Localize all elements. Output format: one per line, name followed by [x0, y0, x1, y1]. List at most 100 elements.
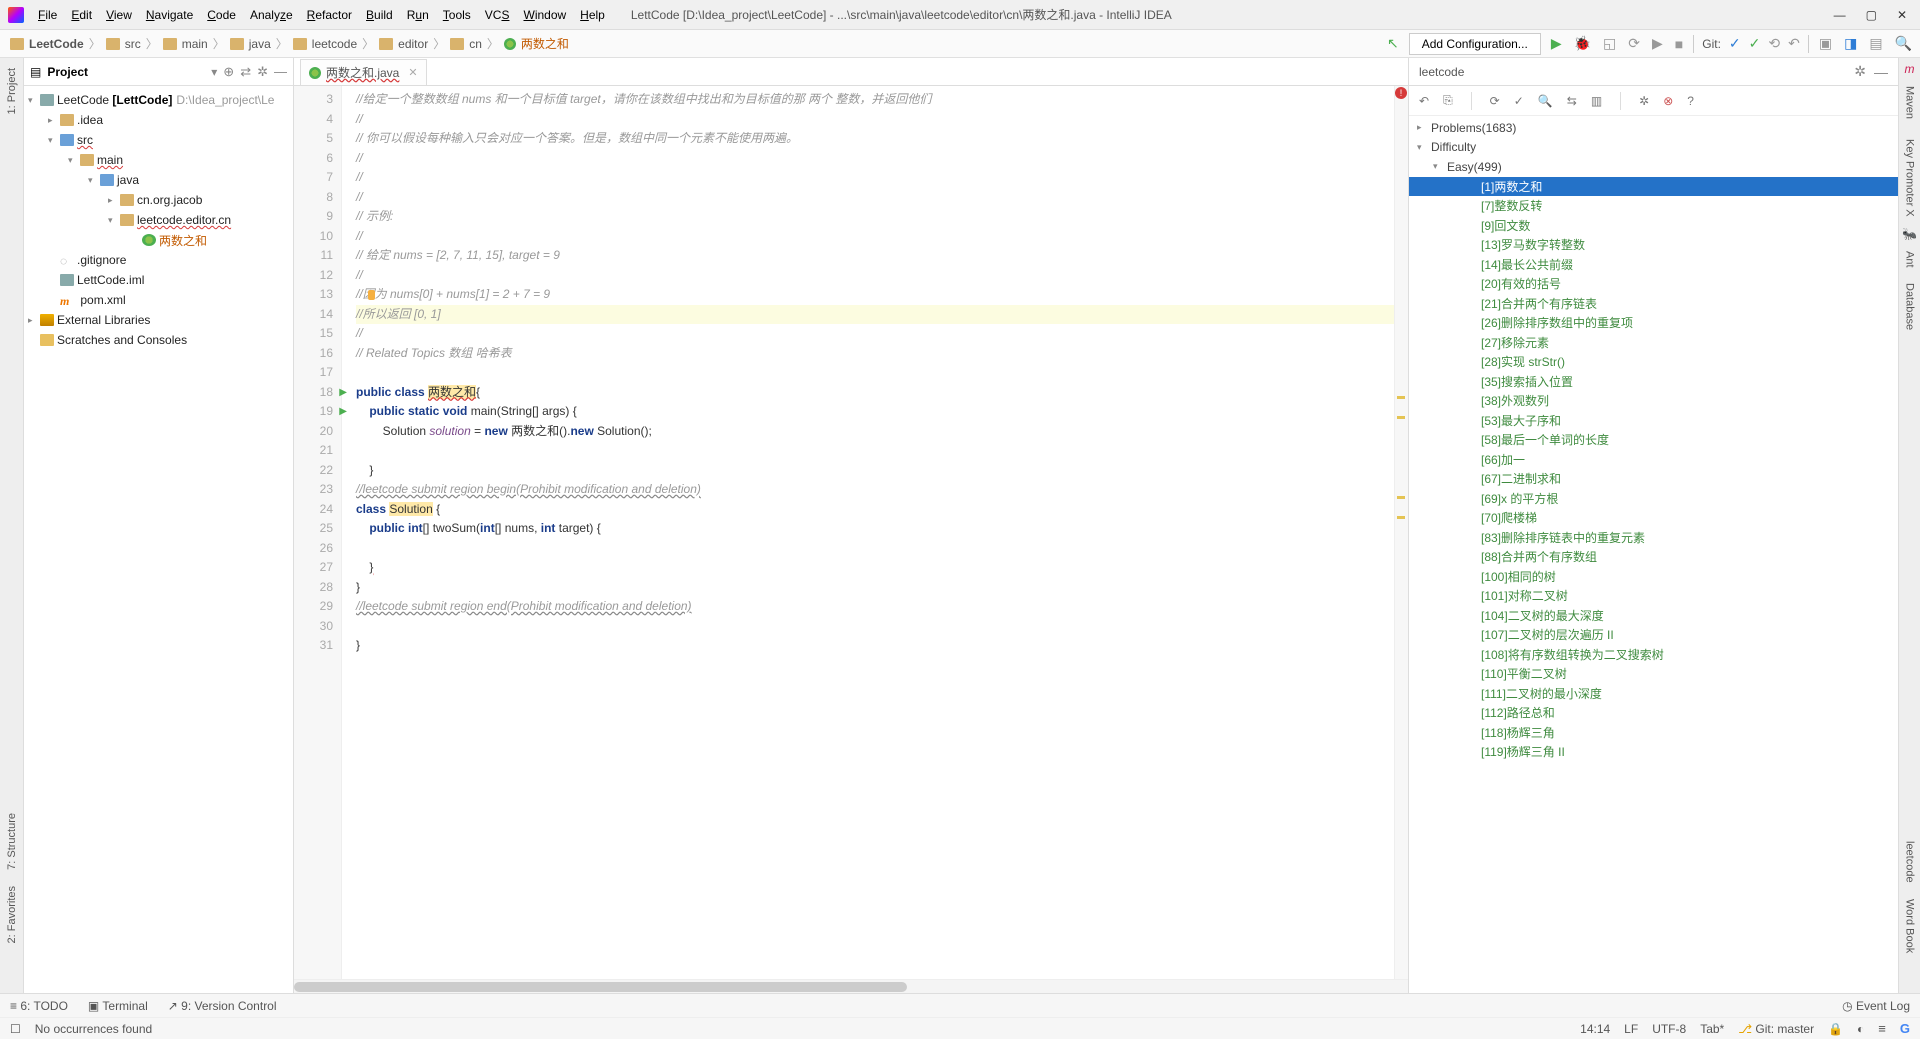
status-encoding[interactable]: UTF-8	[1652, 1022, 1686, 1036]
maximize-icon[interactable]: ▢	[1866, 8, 1877, 22]
tab-kpx[interactable]: Key Promoter X	[1902, 133, 1918, 223]
hammer-icon[interactable]: ↖	[1385, 35, 1401, 52]
problem-item[interactable]: [38]外观数列	[1409, 391, 1898, 411]
project-tree[interactable]: ▾LeetCode [LettCode]D:\Idea_project\Le ▸…	[24, 86, 293, 993]
help-icon[interactable]: ?	[1687, 94, 1694, 108]
tab-favorites[interactable]: 2: Favorites	[4, 880, 20, 949]
problem-item[interactable]: [7]整数反转	[1409, 196, 1898, 216]
pick-icon[interactable]: ✓	[1514, 94, 1524, 108]
problem-item[interactable]: [69]x 的平方根	[1409, 489, 1898, 509]
tree-root[interactable]: LeetCode	[57, 93, 109, 107]
tree-gitignore[interactable]: .gitignore	[77, 253, 126, 267]
editor-tab[interactable]: 两数之和.java ✕	[300, 59, 427, 85]
problem-item[interactable]: [112]路径总和	[1409, 703, 1898, 723]
problem-item[interactable]: [21]合并两个有序链表	[1409, 294, 1898, 314]
tab-database[interactable]: Database	[1902, 277, 1918, 336]
run-icon[interactable]: ▶	[1549, 35, 1564, 52]
problem-item[interactable]: [20]有效的括号	[1409, 274, 1898, 294]
crumb-2[interactable]: main	[182, 37, 208, 51]
tab-terminal[interactable]: ▣ Terminal	[88, 999, 148, 1013]
tree-pom[interactable]: pom.xml	[80, 293, 125, 307]
tab-vcs[interactable]: ↗ 9: Version Control	[168, 999, 277, 1013]
git-revert-icon[interactable]: ↶	[1788, 35, 1800, 52]
crumb-3[interactable]: java	[249, 37, 271, 51]
status-git[interactable]: ⎇ Git: master	[1738, 1022, 1814, 1036]
crumb-5[interactable]: editor	[398, 37, 428, 51]
tree-scratch[interactable]: Scratches and Consoles	[57, 333, 187, 347]
project-view-icon[interactable]: ▤	[30, 65, 41, 79]
problem-item[interactable]: [13]罗马数字转整数	[1409, 235, 1898, 255]
problem-item[interactable]: [118]杨辉三角	[1409, 723, 1898, 743]
config-icon[interactable]: ✲	[1639, 94, 1649, 108]
problem-item[interactable]: [35]搜索插入位置	[1409, 372, 1898, 392]
problem-item[interactable]: [104]二叉树的最大深度	[1409, 606, 1898, 626]
tree-main[interactable]: main	[97, 153, 123, 167]
menu-build[interactable]: Build	[360, 4, 399, 26]
problem-item[interactable]: [107]二叉树的层次遍历 II	[1409, 625, 1898, 645]
menu-help[interactable]: Help	[574, 4, 611, 26]
tree-iml[interactable]: LettCode.iml	[77, 273, 144, 287]
problem-item[interactable]: [67]二进制求和	[1409, 469, 1898, 489]
problem-item[interactable]: [110]平衡二叉树	[1409, 664, 1898, 684]
tree-extlib[interactable]: External Libraries	[57, 313, 150, 327]
search-everywhere-icon[interactable]: 🔍	[1893, 35, 1914, 52]
hide-icon[interactable]: —	[274, 64, 287, 79]
collapse-icon[interactable]: ⇆	[1567, 94, 1577, 108]
tree-file1[interactable]: 两数之和	[159, 232, 207, 249]
menu-window[interactable]: Window	[517, 4, 572, 26]
hide-panel-icon[interactable]: —	[1874, 64, 1888, 80]
git-history-icon[interactable]: ⟲	[1768, 35, 1780, 52]
locate-icon[interactable]: ⊕	[223, 64, 234, 80]
problem-item[interactable]: [27]移除元素	[1409, 333, 1898, 353]
menu-navigate[interactable]: Navigate	[140, 4, 199, 26]
git-update-icon[interactable]: ✓	[1729, 35, 1741, 52]
layout-icon[interactable]: ▤	[1867, 35, 1884, 52]
translate-icon[interactable]: ◨	[1842, 35, 1859, 52]
event-log[interactable]: ◷ Event Log	[1842, 999, 1910, 1013]
attach-icon[interactable]: ▶	[1650, 35, 1665, 52]
problem-item[interactable]: [9]回文数	[1409, 216, 1898, 236]
status-indent[interactable]: Tab*	[1700, 1022, 1724, 1036]
problem-item[interactable]: [88]合并两个有序数组	[1409, 547, 1898, 567]
crumb-1[interactable]: src	[125, 37, 141, 51]
tab-ant[interactable]: Ant	[1902, 245, 1918, 274]
tree-java[interactable]: java	[117, 173, 139, 187]
problem-item[interactable]: [83]删除排序链表中的重复元素	[1409, 528, 1898, 548]
easy-node[interactable]: Easy(499)	[1447, 160, 1502, 174]
menu-view[interactable]: View	[100, 4, 138, 26]
error-indicator-icon[interactable]: !	[1395, 87, 1407, 99]
stack-icon[interactable]: ≡	[1878, 1021, 1886, 1036]
menu-analyze[interactable]: Analyze	[244, 4, 299, 26]
logout-icon[interactable]: ⎘	[1443, 93, 1453, 108]
ide-tool-icon[interactable]: ▣	[1817, 35, 1834, 52]
tab-project[interactable]: 1: Project	[4, 62, 20, 120]
status-lf[interactable]: LF	[1624, 1022, 1638, 1036]
menu-tools[interactable]: Tools	[437, 4, 477, 26]
minimize-icon[interactable]: —	[1834, 8, 1846, 22]
tree-pkg1[interactable]: cn.org.jacob	[137, 193, 202, 207]
project-title[interactable]: Project	[47, 65, 205, 79]
problem-item[interactable]: [101]对称二叉树	[1409, 586, 1898, 606]
crumb-0[interactable]: LeetCode	[29, 37, 84, 51]
problem-item[interactable]: [111]二叉树的最小深度	[1409, 684, 1898, 704]
difficulty-node[interactable]: Difficulty	[1431, 140, 1476, 154]
find-icon[interactable]: 🔍	[1538, 94, 1553, 108]
tab-leetcode[interactable]: leetcode	[1902, 835, 1918, 889]
run-config-dropdown[interactable]: Add Configuration...	[1409, 33, 1541, 55]
crumb-6[interactable]: cn	[469, 37, 482, 51]
tab-close-icon[interactable]: ✕	[408, 66, 417, 79]
settings-icon[interactable]: ✲	[257, 64, 268, 80]
crumb-4[interactable]: leetcode	[312, 37, 357, 51]
tab-structure[interactable]: 7: Structure	[4, 807, 20, 876]
gear-icon[interactable]: ✲	[1854, 63, 1866, 80]
profile-icon[interactable]: ⟳	[1626, 35, 1642, 52]
tree-src[interactable]: src	[77, 133, 93, 147]
error-stripe[interactable]: !	[1394, 86, 1408, 979]
menu-code[interactable]: Code	[201, 4, 242, 26]
bookmark-icon[interactable]	[368, 290, 375, 300]
tab-wordbook[interactable]: Word Book	[1902, 893, 1918, 959]
crumb-7[interactable]: 两数之和	[521, 35, 569, 52]
translate2-icon[interactable]: G	[1900, 1021, 1910, 1036]
chart-icon[interactable]: ▥	[1591, 94, 1602, 108]
menu-run[interactable]: Run	[401, 4, 435, 26]
